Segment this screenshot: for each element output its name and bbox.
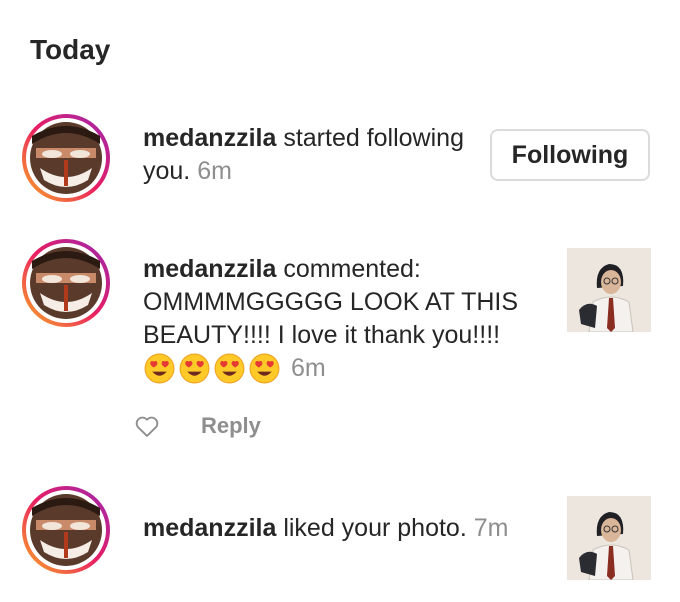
notification-action: liked your photo. <box>276 514 467 542</box>
username[interactable]: medanzzila <box>143 514 276 542</box>
heart-eyes-emoji-icon <box>213 352 246 385</box>
avatar[interactable] <box>22 239 110 327</box>
comment-actions: Reply <box>133 412 261 440</box>
username[interactable]: medanzzila <box>143 255 276 283</box>
heart-eyes-emoji-icon <box>248 352 281 385</box>
heart-icon[interactable] <box>133 412 161 440</box>
comment-line: OMMMMGGGGG LOOK AT THIS <box>143 288 519 316</box>
comment-text: medanzzila commented: OMMMMGGGGG LOOK AT… <box>143 253 543 385</box>
username[interactable]: medanzzila <box>143 124 276 152</box>
timestamp: 6m <box>291 354 326 382</box>
comment-action: commented: <box>276 255 421 283</box>
notification-like[interactable]: medanzzila liked your photo. 7m <box>0 486 680 582</box>
notification-follow[interactable]: medanzzila started following you. 6m Fol… <box>0 114 680 214</box>
avatar[interactable] <box>22 486 110 574</box>
notification-text: medanzzila started following you. 6m <box>143 122 473 188</box>
heart-eyes-emoji-icon <box>143 352 176 385</box>
reply-button[interactable]: Reply <box>201 413 261 439</box>
following-button[interactable]: Following <box>490 129 650 181</box>
heart-eyes-emoji-icon <box>178 352 211 385</box>
timestamp: 7m <box>473 514 509 542</box>
post-thumbnail[interactable] <box>567 248 651 332</box>
section-title: Today <box>30 34 111 65</box>
avatar[interactable] <box>22 114 110 202</box>
post-thumbnail[interactable] <box>567 496 651 580</box>
comment-line: BEAUTY!!!! I love it thank you!!!! <box>143 321 501 349</box>
notification-comment[interactable]: medanzzila commented: OMMMMGGGGG LOOK AT… <box>0 239 680 449</box>
timestamp: 6m <box>197 157 232 185</box>
notification-text: medanzzila liked your photo. 7m <box>143 512 543 545</box>
emoji-line: 6m <box>143 352 543 385</box>
